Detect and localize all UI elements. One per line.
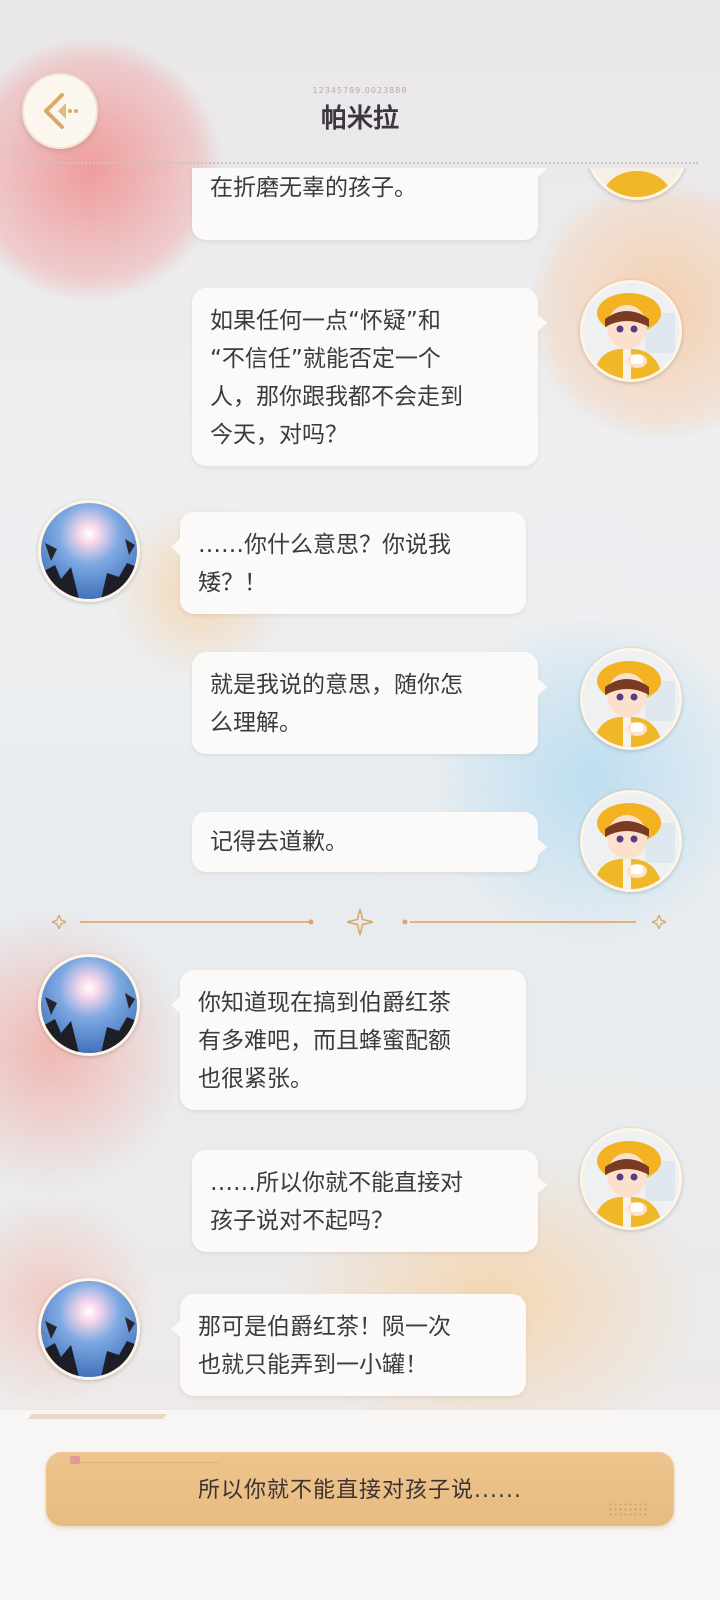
pamela-avatar[interactable] bbox=[580, 648, 682, 750]
dot-pattern bbox=[608, 1502, 648, 1516]
chat-area[interactable]: 去，日对你的指控就只是 在折磨无辜的孩子。 如果任何一点“怀疑”和 “不信任”就… bbox=[0, 168, 720, 1410]
message-bubble-right: 记得去道歉。 bbox=[192, 812, 547, 872]
message-bubble-left: ……你什么意思？你说我 矮？！ bbox=[171, 512, 526, 614]
page-title: 帕米拉 bbox=[320, 104, 399, 134]
pamela-avatar[interactable] bbox=[580, 790, 682, 892]
message-bubble-right: 去，日对你的指控就只是 在折磨无辜的孩子。 bbox=[192, 168, 547, 240]
player-avatar[interactable] bbox=[38, 500, 140, 602]
small-diamond-icon bbox=[52, 915, 66, 929]
reply-option-label: 所以你就不能直接对孩子说...... bbox=[198, 1478, 522, 1503]
sparkle-divider bbox=[50, 909, 670, 935]
reply-panel: 所以你就不能直接对孩子说...... bbox=[0, 1410, 720, 1600]
message-bubble-right: 就是我说的意思，随你怎 么理解。 bbox=[192, 652, 547, 754]
reply-option-button[interactable]: 所以你就不能直接对孩子说...... bbox=[46, 1452, 674, 1526]
small-diamond-icon bbox=[652, 915, 666, 929]
conversation-id: 12345789.0023888 bbox=[312, 86, 408, 95]
message-bubble-right: 如果任何一点“怀疑”和 “不信任”就能否定一个 人，那你跟我都不会走到 今天，对… bbox=[192, 288, 547, 466]
chat-header: 12345789.0023888 帕米拉 bbox=[0, 0, 720, 165]
player-avatar[interactable] bbox=[38, 1278, 140, 1380]
message-bubble-right: ……所以你就不能直接对 孩子说对不起吗？ bbox=[192, 1150, 547, 1252]
message-bubble-left: 那可是伯爵红茶！陨一次 也就只能弄到一小罐！ bbox=[171, 1294, 526, 1396]
header-divider bbox=[22, 162, 698, 164]
message-bubble-left: 你知道现在搞到伯爵红茶 有多难吧，而且蜂蜜配额 也很紧张。 bbox=[171, 970, 526, 1110]
sparkle-divider-icon bbox=[347, 909, 373, 935]
player-avatar[interactable] bbox=[38, 954, 140, 1056]
pamela-avatar[interactable] bbox=[586, 168, 688, 200]
pamela-avatar[interactable] bbox=[580, 280, 682, 382]
pamela-avatar[interactable] bbox=[580, 1128, 682, 1230]
